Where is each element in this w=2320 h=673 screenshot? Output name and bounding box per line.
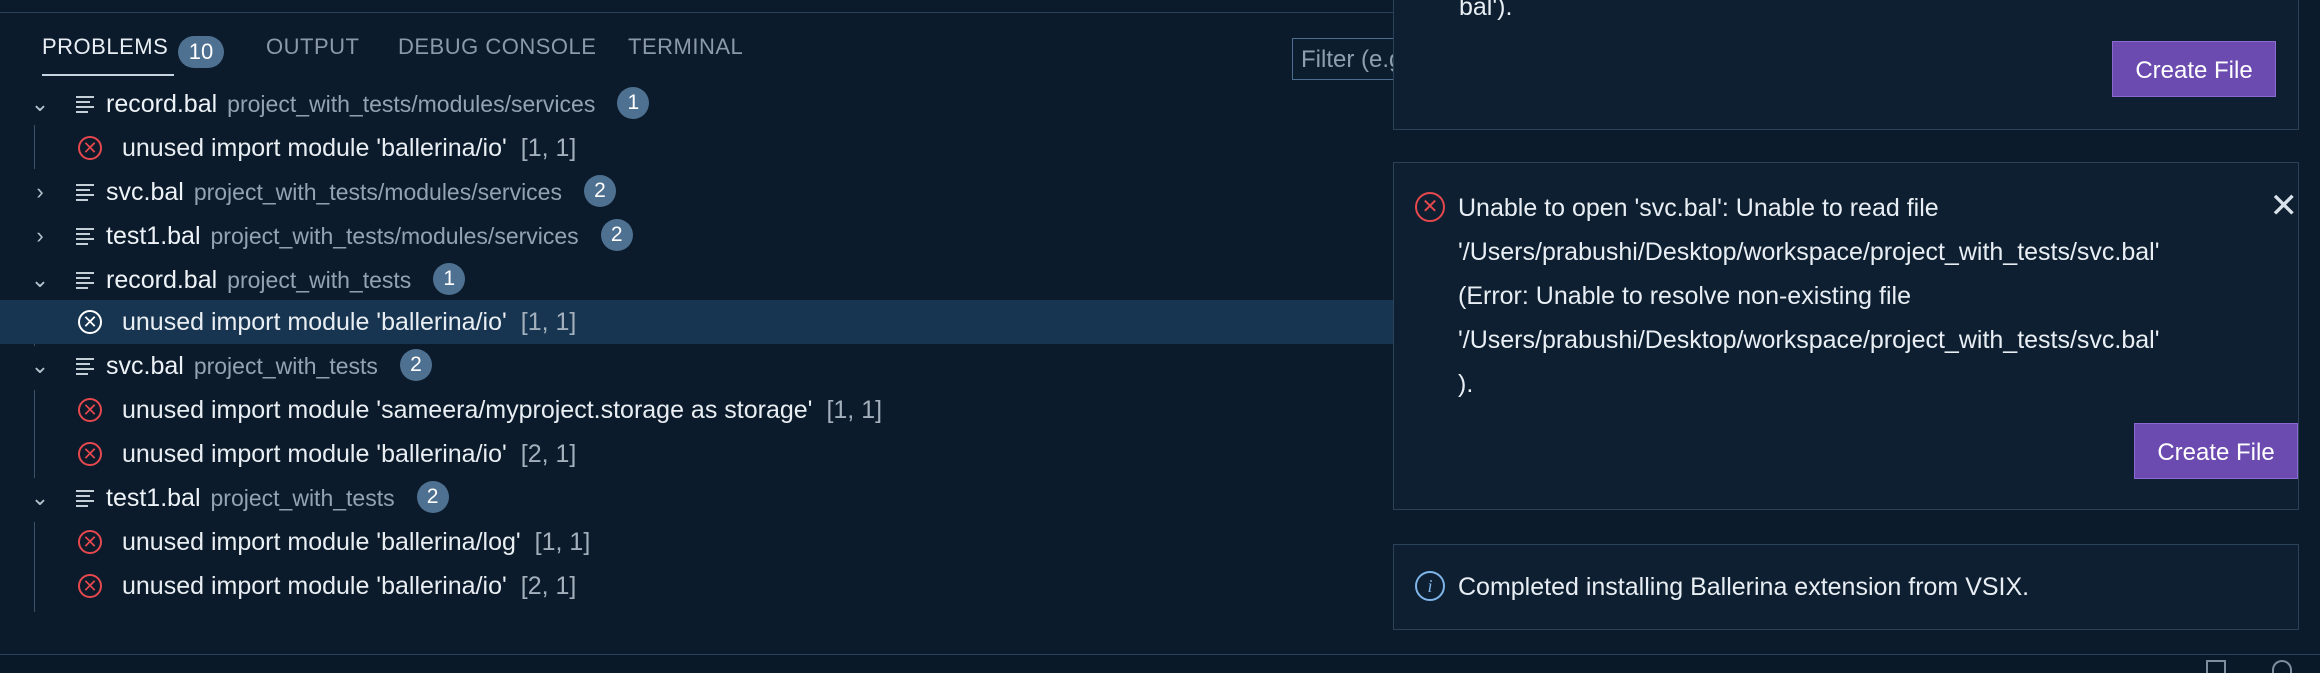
error-icon: ✕ — [78, 574, 102, 598]
file-path: project_with_tests/modules/services — [210, 223, 579, 249]
problem-item-row[interactable]: ✕ unused import module 'ballerina/io' [1,… — [0, 126, 1393, 170]
file-problem-count: 1 — [433, 263, 466, 296]
error-line: '/Users/prabushi/Desktop/workspace/proje… — [1458, 326, 2160, 354]
problem-location: [1, 1] — [826, 396, 883, 424]
file-lines-icon — [76, 184, 94, 201]
file-path: project_with_tests/modules/services — [227, 91, 596, 117]
problem-location: [1, 1] — [520, 308, 577, 336]
problem-location: [2, 1] — [520, 572, 577, 600]
file-lines-icon — [76, 272, 94, 289]
chevron-down-icon[interactable]: ⌄ — [28, 344, 52, 388]
error-line: ). — [1458, 370, 1474, 398]
file-name: svc.bal — [106, 352, 184, 380]
file-lines-icon — [76, 490, 94, 507]
close-icon[interactable]: ✕ — [2270, 186, 2299, 226]
error-icon: ✕ — [78, 530, 102, 554]
problem-item-row[interactable]: ✕ unused import module 'sameera/myprojec… — [0, 388, 1393, 432]
problem-item-row[interactable]: ✕ unused import module 'ballerina/io' [2,… — [0, 564, 1393, 608]
problem-location: [2, 1] — [520, 440, 577, 468]
file-lines-icon — [76, 358, 94, 375]
chevron-right-icon[interactable]: › — [28, 170, 52, 214]
problem-file-row[interactable]: › svc.bal project_with_tests/modules/serv… — [0, 170, 1393, 214]
error-line: '/Users/prabushi/Desktop/workspace/proje… — [1458, 238, 2160, 266]
error-icon: ✕ — [1415, 192, 1445, 222]
problem-file-row[interactable]: ⌄ test1.bal project_with_tests 2 — [0, 476, 1393, 520]
file-path: project_with_tests — [193, 353, 378, 379]
file-name: svc.bal — [106, 178, 184, 206]
problem-message: unused import module 'ballerina/io' — [122, 572, 507, 600]
problem-message: unused import module 'ballerina/io' — [122, 308, 507, 336]
notification-bell-icon[interactable] — [2272, 660, 2292, 673]
file-name: record.bal — [106, 266, 218, 294]
problem-message: unused import module 'ballerina/io' — [122, 134, 507, 162]
notification-info-message: Completed installing Ballerina extension… — [1458, 573, 2030, 601]
problems-tree: ⌄ record.bal project_with_tests/modules/s… — [0, 82, 1393, 622]
problem-item-row[interactable]: ✕ unused import module 'ballerina/io' [2,… — [0, 432, 1393, 476]
chevron-down-icon[interactable]: ⌄ — [28, 82, 52, 126]
file-lines-icon — [76, 228, 94, 245]
problem-file-row[interactable]: ⌄ svc.bal project_with_tests 2 — [0, 344, 1393, 388]
error-icon: ✕ — [78, 310, 102, 334]
error-line: Unable to open 'svc.bal': Unable to read… — [1458, 194, 1939, 222]
chevron-down-icon[interactable]: ⌄ — [28, 258, 52, 302]
problem-file-row[interactable]: ⌄ record.bal project_with_tests 1 — [0, 258, 1393, 302]
file-problem-count: 2 — [600, 219, 633, 252]
error-icon: ✕ — [78, 136, 102, 160]
file-path: project_with_tests/modules/services — [193, 179, 562, 205]
tab-output[interactable]: OUTPUT — [266, 34, 359, 60]
problem-message: unused import module 'ballerina/io' — [122, 440, 507, 468]
file-problem-count: 2 — [583, 175, 616, 208]
info-icon: i — [1415, 571, 1445, 601]
problem-message: unused import module 'ballerina/log' — [122, 528, 521, 556]
chevron-down-icon[interactable]: ⌄ — [28, 476, 52, 520]
panel-tabs: PROBLEMS 10 OUTPUT DEBUG CONSOLE TERMINA… — [0, 12, 1442, 84]
problem-message: unused import module 'sameera/myproject.… — [122, 396, 813, 424]
status-bar — [0, 655, 2320, 673]
problem-item-row-selected[interactable]: ✕ unused import module 'ballerina/io' [1,… — [0, 300, 1393, 344]
tab-terminal[interactable]: TERMINAL — [628, 34, 743, 60]
create-file-button[interactable]: Create File — [2112, 41, 2276, 97]
tab-debug-console[interactable]: DEBUG CONSOLE — [398, 34, 596, 60]
file-lines-icon — [76, 96, 94, 113]
error-line: (Error: Unable to resolve non-existing f… — [1458, 282, 1911, 310]
problem-file-row[interactable]: ⌄ record.bal project_with_tests/modules/s… — [0, 82, 1393, 126]
problems-count-badge: 10 — [178, 36, 224, 68]
file-problem-count: 2 — [399, 349, 432, 382]
file-name: record.bal — [106, 90, 218, 118]
notification-toast-top: bal'). Create File — [1393, 0, 2299, 130]
notifications-area: bal'). Create File ✕ ✕ Unable to open 's… — [1393, 0, 2320, 673]
notification-error-message: Unable to open 'svc.bal': Unable to read… — [1458, 186, 2160, 406]
problem-location: [1, 1] — [534, 528, 591, 556]
file-path: project_with_tests — [227, 267, 412, 293]
problem-file-row[interactable]: › test1.bal project_with_tests/modules/se… — [0, 214, 1393, 258]
file-name: test1.bal — [106, 484, 201, 512]
file-problem-count: 2 — [416, 481, 449, 514]
tab-problems[interactable]: PROBLEMS — [42, 34, 175, 76]
create-file-button[interactable]: Create File — [2134, 423, 2298, 479]
problem-location: [1, 1] — [520, 134, 577, 162]
problem-item-row[interactable]: ✕ unused import module 'ballerina/log' [1… — [0, 520, 1393, 564]
notification-text-tail: bal'). — [1459, 0, 1513, 21]
panel-layout-icon[interactable] — [2206, 660, 2226, 673]
file-path: project_with_tests — [210, 485, 395, 511]
file-name: test1.bal — [106, 222, 201, 250]
error-icon: ✕ — [78, 398, 102, 422]
file-problem-count: 1 — [617, 87, 650, 120]
chevron-right-icon[interactable]: › — [28, 214, 52, 258]
error-icon: ✕ — [78, 442, 102, 466]
